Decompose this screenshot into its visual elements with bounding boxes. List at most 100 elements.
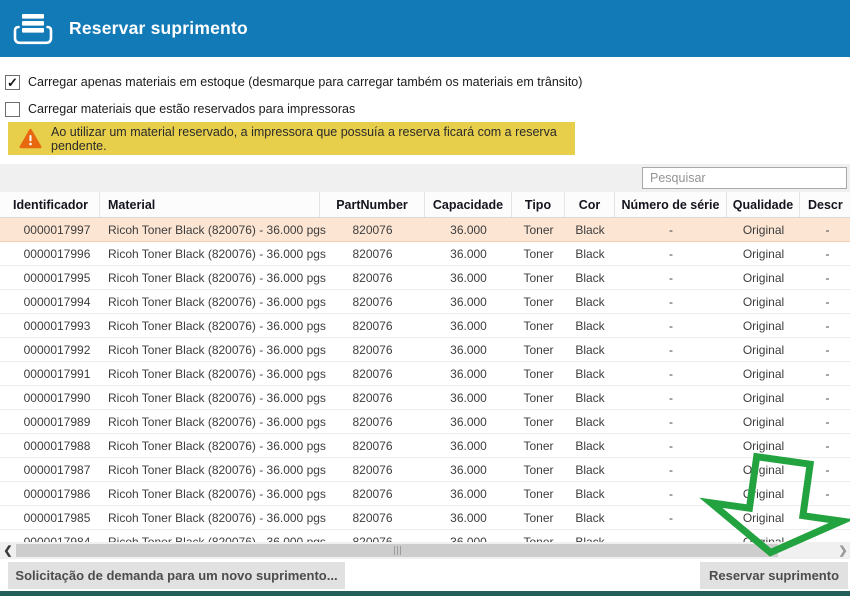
table-cell: Original bbox=[727, 506, 800, 529]
table-row[interactable]: 0000017984Ricoh Toner Black (820076) - 3… bbox=[0, 530, 850, 542]
table-cell: 820076 bbox=[320, 338, 425, 361]
table-row[interactable]: 0000017996Ricoh Toner Black (820076) - 3… bbox=[0, 242, 850, 266]
table-cell: 36.000 bbox=[425, 458, 512, 481]
table-cell: Toner bbox=[512, 410, 565, 433]
table-cell: Black bbox=[565, 338, 615, 361]
table-cell: 0000017996 bbox=[0, 242, 100, 265]
table-cell: - bbox=[800, 410, 850, 433]
column-header-tipo[interactable]: Tipo bbox=[512, 192, 565, 217]
table-cell: - bbox=[615, 458, 727, 481]
table-cell: - bbox=[800, 266, 850, 289]
table-body: 0000017997Ricoh Toner Black (820076) - 3… bbox=[0, 218, 850, 542]
table-cell: 0000017986 bbox=[0, 482, 100, 505]
table-cell: Original bbox=[727, 338, 800, 361]
table-cell: Ricoh Toner Black (820076) - 36.000 pgs bbox=[100, 506, 320, 529]
table-cell: 820076 bbox=[320, 530, 425, 542]
table-cell: - bbox=[800, 218, 850, 241]
table-row[interactable]: 0000017990Ricoh Toner Black (820076) - 3… bbox=[0, 386, 850, 410]
table-row[interactable]: 0000017985Ricoh Toner Black (820076) - 3… bbox=[0, 506, 850, 530]
reserve-supply-button[interactable]: Reservar suprimento bbox=[700, 562, 848, 589]
table-row[interactable]: 0000017987Ricoh Toner Black (820076) - 3… bbox=[0, 458, 850, 482]
table-cell: 36.000 bbox=[425, 314, 512, 337]
table-row[interactable]: 0000017989Ricoh Toner Black (820076) - 3… bbox=[0, 410, 850, 434]
table-cell: - bbox=[615, 434, 727, 457]
table-cell: 820076 bbox=[320, 434, 425, 457]
scrollbar-thumb[interactable] bbox=[16, 544, 778, 557]
table-row[interactable]: 0000017994Ricoh Toner Black (820076) - 3… bbox=[0, 290, 850, 314]
table-cell: Toner bbox=[512, 434, 565, 457]
table-cell: Toner bbox=[512, 314, 565, 337]
column-header-descr[interactable]: Descr bbox=[800, 192, 850, 217]
table-row[interactable]: 0000017988Ricoh Toner Black (820076) - 3… bbox=[0, 434, 850, 458]
table-cell: 0000017989 bbox=[0, 410, 100, 433]
table-cell: - bbox=[615, 530, 727, 542]
column-header-material[interactable]: Material bbox=[100, 192, 320, 217]
horizontal-scrollbar[interactable]: ❮ ❯ bbox=[0, 542, 850, 559]
table-cell: Toner bbox=[512, 362, 565, 385]
table-row[interactable]: 0000017997Ricoh Toner Black (820076) - 3… bbox=[0, 218, 850, 242]
table-row[interactable]: 0000017993Ricoh Toner Black (820076) - 3… bbox=[0, 314, 850, 338]
table-cell: - bbox=[615, 218, 727, 241]
table-cell: 36.000 bbox=[425, 530, 512, 542]
table-cell: 820076 bbox=[320, 362, 425, 385]
search-input[interactable] bbox=[642, 167, 847, 189]
table-cell: - bbox=[615, 338, 727, 361]
table-cell: 0000017993 bbox=[0, 314, 100, 337]
table-cell: 0000017984 bbox=[0, 530, 100, 542]
column-header-capacidade[interactable]: Capacidade bbox=[425, 192, 512, 217]
table-cell: Ricoh Toner Black (820076) - 36.000 pgs bbox=[100, 362, 320, 385]
checkbox-checked-icon[interactable]: ✓ bbox=[5, 75, 20, 90]
table-cell: Black bbox=[565, 314, 615, 337]
table-cell: Original bbox=[727, 458, 800, 481]
checkbox-load-reserved[interactable]: Carregar materiais que estão reservados … bbox=[5, 100, 582, 118]
table-cell: Original bbox=[727, 242, 800, 265]
table-cell: 36.000 bbox=[425, 482, 512, 505]
scrollbar-right-arrow-icon[interactable]: ❯ bbox=[836, 542, 850, 559]
table-cell: - bbox=[800, 458, 850, 481]
table-row[interactable]: 0000017992Ricoh Toner Black (820076) - 3… bbox=[0, 338, 850, 362]
demand-request-button[interactable]: Solicitação de demanda para um novo supr… bbox=[8, 562, 345, 589]
table-cell: Ricoh Toner Black (820076) - 36.000 pgs bbox=[100, 314, 320, 337]
table-cell: Ricoh Toner Black (820076) - 36.000 pgs bbox=[100, 482, 320, 505]
table-row[interactable]: 0000017995Ricoh Toner Black (820076) - 3… bbox=[0, 266, 850, 290]
table-cell: Toner bbox=[512, 458, 565, 481]
table-cell: 820076 bbox=[320, 410, 425, 433]
table-cell: Ricoh Toner Black (820076) - 36.000 pgs bbox=[100, 386, 320, 409]
column-header-qualidade[interactable]: Qualidade bbox=[727, 192, 800, 217]
column-header-partnumber[interactable]: PartNumber bbox=[320, 192, 425, 217]
table-cell: 0000017991 bbox=[0, 362, 100, 385]
table-cell: Black bbox=[565, 386, 615, 409]
table-cell: Ricoh Toner Black (820076) - 36.000 pgs bbox=[100, 266, 320, 289]
table-toolbar bbox=[0, 164, 850, 192]
column-header-identificador[interactable]: Identificador bbox=[0, 192, 100, 217]
table-cell: 0000017992 bbox=[0, 338, 100, 361]
table-cell: 36.000 bbox=[425, 410, 512, 433]
table-cell: - bbox=[615, 410, 727, 433]
table-cell: 36.000 bbox=[425, 506, 512, 529]
scrollbar-left-arrow-icon[interactable]: ❮ bbox=[0, 542, 16, 559]
table-cell: Original bbox=[727, 482, 800, 505]
checkbox-load-only-stock[interactable]: ✓ Carregar apenas materiais em estoque (… bbox=[5, 73, 582, 91]
table-cell: 820076 bbox=[320, 266, 425, 289]
table-row[interactable]: 0000017991Ricoh Toner Black (820076) - 3… bbox=[0, 362, 850, 386]
column-header-cor[interactable]: Cor bbox=[565, 192, 615, 217]
table-cell: - bbox=[800, 530, 850, 542]
table-row[interactable]: 0000017986Ricoh Toner Black (820076) - 3… bbox=[0, 482, 850, 506]
checkbox-label: Carregar apenas materiais em estoque (de… bbox=[28, 75, 582, 89]
load-options: ✓ Carregar apenas materiais em estoque (… bbox=[5, 73, 582, 127]
table-cell: 36.000 bbox=[425, 434, 512, 457]
table-cell: 820076 bbox=[320, 218, 425, 241]
table-cell: Toner bbox=[512, 338, 565, 361]
table-cell: Toner bbox=[512, 290, 565, 313]
table-cell: Black bbox=[565, 218, 615, 241]
scrollbar-grip-icon bbox=[394, 546, 395, 555]
table-cell: Ricoh Toner Black (820076) - 36.000 pgs bbox=[100, 434, 320, 457]
table-cell: 820076 bbox=[320, 242, 425, 265]
checkbox-unchecked-icon[interactable] bbox=[5, 102, 20, 117]
table-cell: Original bbox=[727, 266, 800, 289]
column-header-n-mero-de-s-rie[interactable]: Número de série bbox=[615, 192, 727, 217]
table-cell: 820076 bbox=[320, 506, 425, 529]
table-cell: 0000017988 bbox=[0, 434, 100, 457]
table-cell: - bbox=[800, 242, 850, 265]
table-cell: Toner bbox=[512, 266, 565, 289]
